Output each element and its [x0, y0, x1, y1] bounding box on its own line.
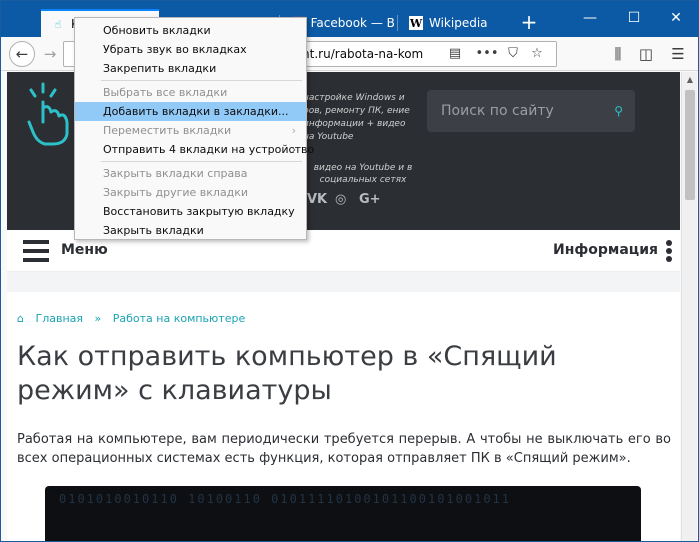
- site-search-input[interactable]: Поиск по сайту ⚲: [427, 90, 635, 132]
- pointer-hand-icon: ☝: [54, 17, 62, 31]
- scroll-thumb[interactable]: [685, 90, 695, 200]
- pocket-icon[interactable]: ⛉: [502, 42, 524, 66]
- bookmark-star-icon[interactable]: ☆: [526, 42, 548, 66]
- context-menu-item[interactable]: Обновить вкладки: [75, 21, 306, 40]
- url-actions: ▤ ••• ⛉ ☆: [444, 42, 556, 66]
- context-menu-item-label: Закрыть вкладки справа: [103, 167, 248, 180]
- context-menu-item-label: Закрыть другие вкладки: [103, 186, 249, 199]
- arrow-right-icon: →: [43, 45, 57, 63]
- context-menu-item: Выбрать все вкладки: [75, 83, 306, 102]
- context-menu-item[interactable]: Убрать звук во вкладках: [75, 40, 306, 59]
- context-menu-item-label: Отправить 4 вкладки на устройство: [103, 143, 315, 156]
- site-description: настройке Windows и ров, ремонту ПК, ени…: [303, 93, 410, 142]
- context-menu-item-label: Закрепить вкладки: [103, 62, 217, 75]
- logo-hand-icon: [27, 82, 69, 146]
- menu-label[interactable]: Меню: [61, 242, 108, 258]
- context-menu-item[interactable]: Отправить 4 вкладки на устройство ›: [75, 140, 314, 159]
- vertical-scrollbar[interactable]: ▲: [681, 72, 697, 541]
- url-text: tant.ru/rabota-na-kom: [290, 47, 424, 61]
- home-icon: ⌂: [17, 312, 24, 325]
- breadcrumb-separator: »: [94, 312, 102, 325]
- back-button[interactable]: ←: [9, 41, 35, 67]
- site-description-2: видео на Youtube и в социальных сетях: [313, 163, 413, 185]
- tab-context-menu: Обновить вкладки Убрать звук во вкладках З…: [74, 17, 314, 240]
- minimize-button[interactable]: —: [575, 7, 605, 29]
- tab-wikipedia[interactable]: W Wikipedia: [399, 9, 515, 37]
- context-menu-item: Закрыть другие вкладки: [75, 183, 306, 202]
- chevron-right-icon: ›: [291, 124, 296, 137]
- page-actions-icon[interactable]: •••: [476, 42, 499, 66]
- hamburger-menu-icon[interactable]: ☰: [665, 41, 691, 67]
- spacer-strip: [7, 272, 680, 292]
- menu-separator: [101, 161, 302, 162]
- context-menu-item[interactable]: Восстановить закрытую вкладку: [75, 202, 306, 221]
- chevron-right-icon: ›: [291, 143, 296, 156]
- context-menu-item-label: Добавить вкладки в закладки...: [103, 105, 289, 118]
- instagram-icon[interactable]: ◎: [335, 192, 346, 208]
- more-vertical-icon[interactable]: [666, 240, 672, 264]
- tab-label: Facebook — Вып: [310, 16, 395, 30]
- tab-label: Wikipedia: [429, 16, 488, 30]
- article-intro: Работая на компьютере, вам периодически …: [17, 432, 671, 466]
- breadcrumb-home[interactable]: Главная: [35, 312, 83, 325]
- context-menu-item-label: Переместить вкладки: [103, 124, 232, 137]
- new-tab-button[interactable]: +: [517, 9, 541, 37]
- menu-burger-icon[interactable]: [23, 240, 49, 262]
- library-icon[interactable]: ⫼: [605, 41, 631, 67]
- context-menu-item-label: Выбрать все вкладки: [103, 86, 228, 99]
- info-label[interactable]: Информация: [553, 242, 658, 258]
- google-plus-icon[interactable]: G+: [359, 192, 381, 208]
- article-title: Как отправить компьютер в «Спящий режим»…: [17, 341, 557, 406]
- arrow-left-icon: ←: [15, 45, 29, 63]
- close-window-button[interactable]: ✕: [661, 7, 691, 29]
- context-menu-item-label: Закрыть вкладки: [103, 224, 204, 237]
- vk-icon[interactable]: VK: [307, 192, 327, 208]
- wikipedia-icon: W: [409, 16, 423, 30]
- search-icon[interactable]: ⚲: [614, 90, 623, 132]
- maximize-button[interactable]: ☐: [619, 7, 649, 29]
- context-menu-item-label: Убрать звук во вкладках: [103, 43, 247, 56]
- context-menu-item: Закрыть вкладки справа: [75, 164, 306, 183]
- reader-view-icon[interactable]: ▤: [444, 42, 466, 66]
- sidebar-icon[interactable]: ◫: [633, 41, 659, 67]
- context-menu-item[interactable]: Добавить вкладки в закладки...: [75, 102, 306, 121]
- breadcrumb: ⌂ Главная » Работа на компьютере: [17, 312, 253, 325]
- breadcrumb-section[interactable]: Работа на компьютере: [113, 312, 246, 325]
- browser-window: ☝ К f Facebook — Вып W Wikipedia + — ☐ ✕…: [0, 0, 699, 542]
- scroll-up-icon[interactable]: ▲: [682, 72, 698, 88]
- context-menu-item[interactable]: Закрепить вкладки: [75, 59, 306, 78]
- context-menu-item: Переместить вкладки ›: [75, 121, 306, 140]
- menu-separator: [101, 80, 302, 81]
- forward-button[interactable]: →: [37, 41, 63, 67]
- search-placeholder: Поиск по сайту: [441, 103, 554, 119]
- context-menu-item[interactable]: Закрыть вкладки: [75, 221, 306, 240]
- context-menu-item-label: Восстановить закрытую вкладку: [103, 205, 295, 218]
- tab-separator: [397, 15, 398, 31]
- context-menu-item-label: Обновить вкладки: [103, 24, 211, 37]
- article-image: 0101010010110 10100110 01011110100101100…: [45, 486, 641, 541]
- binary-text: 0101010010110 10100110 01011110100101100…: [59, 492, 512, 506]
